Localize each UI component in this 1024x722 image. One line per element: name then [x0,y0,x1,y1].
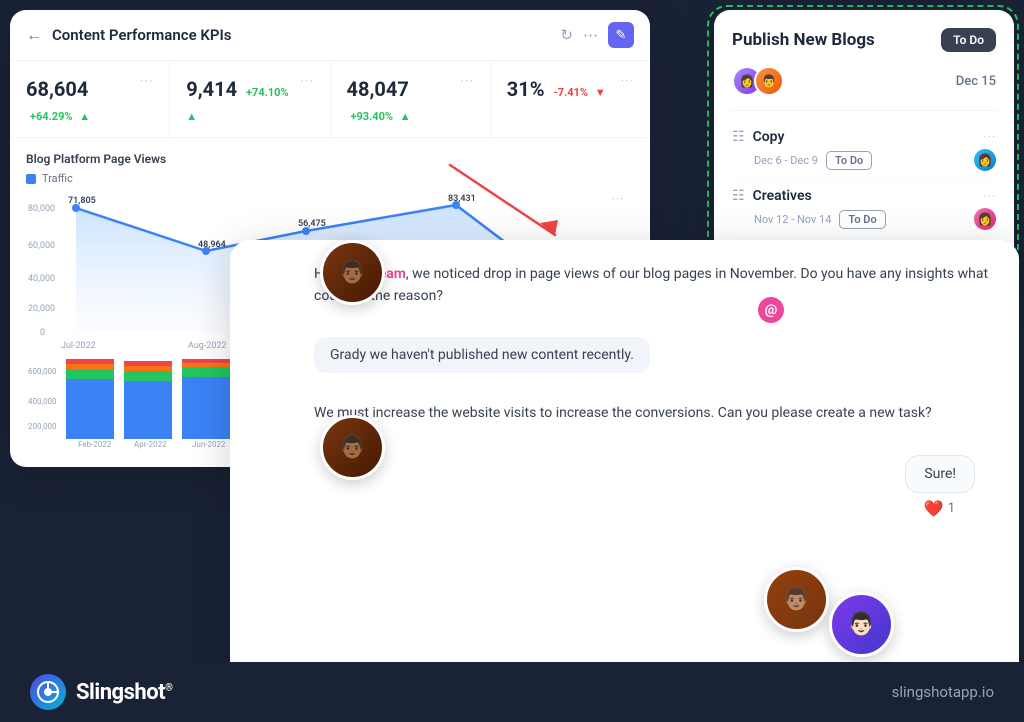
chat-msg-3-text: We must increase the website visits to i… [314,405,932,421]
slingshot-logo-icon [37,681,59,703]
subtask-creatives-date: Nov 12 - Nov 14 [754,213,831,226]
refresh-icon[interactable]: ↻ [560,26,573,44]
svg-text:56,475: 56,475 [298,219,326,229]
avatar-man4: 👨🏻 [829,592,894,657]
kpi-header: ← Content Performance KPIs ↻ ⋯ ✎ [10,10,650,61]
metrics-row: ⋯ 68,604 +64.29% ▲ ⋯ 9,414 +74.10% ▲ ⋯ 4… [10,61,650,138]
chat-msg-2-text: we haven't published new content recentl… [366,347,634,363]
svg-text:⋯: ⋯ [611,192,624,207]
metric-more-1[interactable]: ⋯ [139,73,153,89]
svg-text:Feb-2022: Feb-2022 [78,440,112,449]
metric-cell-3: ⋯ 48,047 +93.40% ▲ [331,61,491,137]
chat-msg-4-wrapper: Sure! ❤️ 1 [314,455,995,518]
subtask-creatives-more[interactable]: ⋯ [982,188,996,204]
chat-msg-1: Hey SEO Team, we noticed drop in page vi… [314,264,995,307]
avatar-man2: 👨🏾 [320,415,385,480]
subtask-copy-left: ☷ Copy [732,129,784,145]
subtask-creatives-name: Creatives [753,188,812,204]
subtask-creatives-left: ☷ Creatives [732,188,812,204]
svg-text:Aug-2022: Aug-2022 [188,341,227,351]
subtask-copy-date: Dec 6 - Dec 9 [754,154,818,167]
creatives-icon: ☷ [732,188,745,204]
subtask-copy-avatar: 👩 [974,149,996,171]
chart-legend: Traffic [26,172,634,185]
svg-text:20,000: 20,000 [28,304,55,314]
task-avatars: 👩 👨 [732,66,776,96]
subtask-copy-more[interactable]: ⋯ [982,129,996,145]
chat-bubble-4: Sure! [905,455,975,493]
reaction-heart: ❤️ [924,499,944,518]
brand-url: slingshotapp.io [892,683,994,701]
task-meta: 👩 👨 Dec 15 [732,66,996,96]
chat-msg-4-text: Sure! [924,466,956,482]
back-button[interactable]: ← [26,25,42,45]
svg-text:40,000: 40,000 [28,274,55,284]
subtask-copy-status: To Do [826,151,872,170]
svg-text:Apr-2022: Apr-2022 [134,440,167,449]
metric-value-4: 31% -7.41% ▼ [507,77,634,101]
chat-msg-1-suffix: , we noticed drop in page views of our b… [314,266,988,304]
subtask-copy-header: ☷ Copy ⋯ [732,129,996,145]
metric-value-3: 48,047 +93.40% ▲ [347,77,474,125]
subtask-creatives-meta: Nov 12 - Nov 14 To Do 👩 [732,208,996,230]
task-divider [732,110,996,111]
copy-icon: ☷ [732,129,745,145]
avatar-man1: 👨🏾 [320,240,385,305]
subtask-copy-meta: Dec 6 - Dec 9 To Do 👩 [732,149,996,171]
subtask-creatives-avatar: 👩 [974,208,996,230]
more-icon[interactable]: ⋯ [583,26,598,44]
kpi-actions: ↻ ⋯ ✎ [560,22,634,48]
reaction-count: 1 [948,501,955,516]
metric-cell-4: ⋯ 31% -7.41% ▼ [491,61,650,137]
svg-text:Jul-2022: Jul-2022 [61,341,96,351]
legend-dot [26,174,36,184]
svg-text:80,000: 80,000 [28,204,55,214]
subtask-creatives: ☷ Creatives ⋯ Nov 12 - Nov 14 To Do 👩 [732,180,996,239]
chat-reaction: ❤️ 1 [905,499,975,518]
kpi-title: Content Performance KPIs [52,26,560,44]
svg-text:48,964: 48,964 [198,240,226,250]
subtask-creatives-header: ☷ Creatives ⋯ [732,188,996,204]
task-header: Publish New Blogs To Do [732,28,996,52]
metric-more-3[interactable]: ⋯ [460,73,474,89]
svg-text:Jun-2022: Jun-2022 [192,440,226,449]
metric-more-4[interactable]: ⋯ [620,73,634,89]
metric-value-1: 68,604 +64.29% ▲ [26,77,153,125]
svg-text:0: 0 [40,328,45,338]
bottom-bar: Slingshot® slingshotapp.io [0,662,1024,722]
subtask-copy-name: Copy [753,129,785,145]
task-panel-title: Publish New Blogs [732,30,875,50]
svg-text:60,000: 60,000 [28,241,55,251]
svg-text:200,000: 200,000 [28,422,57,431]
brand-name: Slingshot® [76,680,172,705]
brand-logo [30,674,66,710]
brand: Slingshot® [30,674,172,710]
at-mention-badge: @ [758,297,784,323]
metric-value-2: 9,414 +74.10% ▲ [186,77,313,125]
metric-more-2[interactable]: ⋯ [300,73,314,89]
avatar-man3: 👨🏽 [764,567,829,632]
task-date: Dec 15 [956,74,996,89]
chat-bubble-2: Grady we haven't published new content r… [314,337,650,373]
task-avatar-2: 👨 [754,66,784,96]
svg-text:600,000: 600,000 [28,367,57,376]
chat-mention-grady: Grady [330,347,366,363]
svg-text:400,000: 400,000 [28,397,57,406]
svg-text:71,805: 71,805 [68,196,96,206]
chat-msg-2-wrapper: Grady we haven't published new content r… [314,337,995,373]
metric-cell-2: ⋯ 9,414 +74.10% ▲ [170,61,330,137]
subtask-copy: ☷ Copy ⋯ Dec 6 - Dec 9 To Do 👩 [732,121,996,180]
chat-msg-3: We must increase the website visits to i… [314,403,995,425]
svg-text:83,431: 83,431 [448,194,476,204]
chart-label: Blog Platform Page Views [26,152,634,166]
legend-text: Traffic [42,172,73,185]
metric-cell-1: ⋯ 68,604 +64.29% ▲ [10,61,170,137]
edit-icon[interactable]: ✎ [608,22,634,48]
task-status-badge: To Do [941,28,996,52]
subtask-creatives-status: To Do [839,210,885,229]
